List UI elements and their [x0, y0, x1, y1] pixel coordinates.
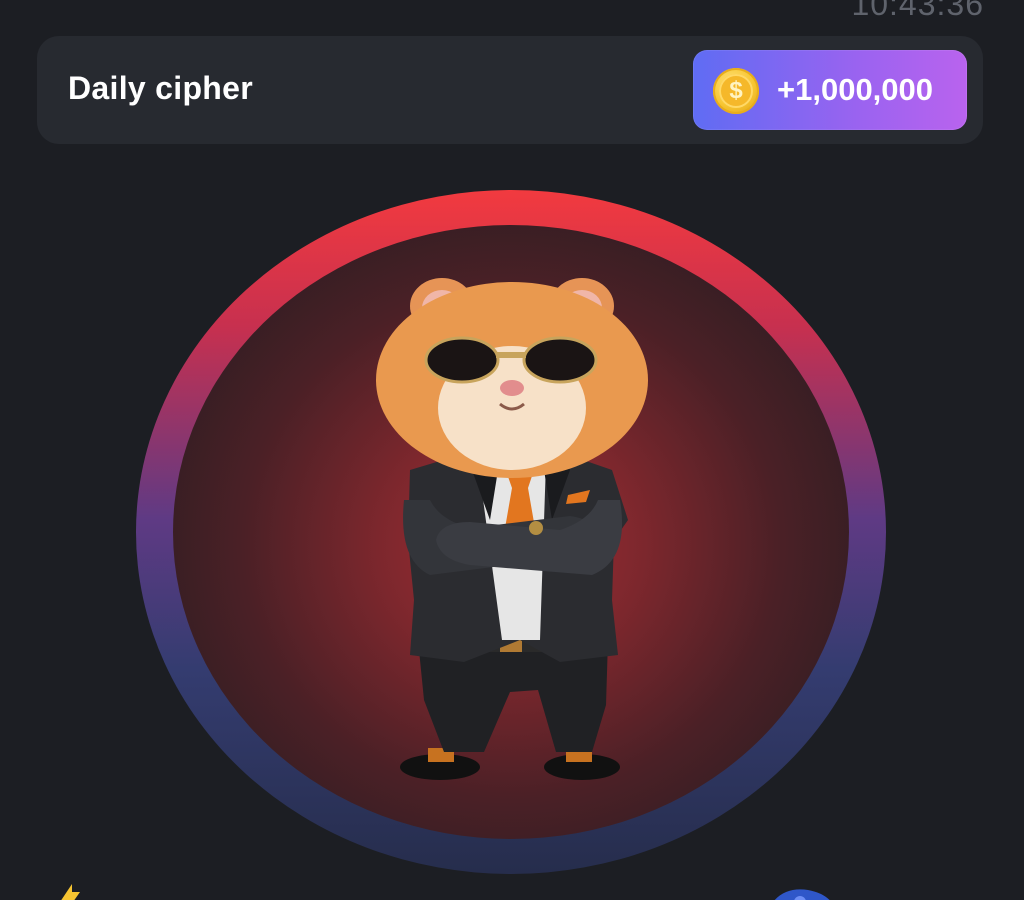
- cipher-timer: 10:43:36: [851, 0, 984, 22]
- cipher-reward-button[interactable]: $ +1,000,000: [693, 50, 967, 130]
- coin-icon: $: [713, 68, 759, 114]
- daily-cipher-bar: Daily cipher $ +1,000,000: [37, 36, 983, 144]
- daily-cipher-title: Daily cipher: [68, 70, 254, 106]
- coin-symbol: $: [719, 74, 753, 108]
- tap-area-inner: [173, 225, 849, 839]
- daily-cipher-screen: 10:43:36 Daily cipher $ +1,000,000: [0, 0, 1024, 900]
- boost-icon: [774, 889, 830, 900]
- hamster-character-icon: [376, 278, 648, 780]
- lightning-icon: [61, 884, 80, 900]
- cipher-reward-amount: +1,000,000: [777, 72, 934, 107]
- tap-coin-button[interactable]: [136, 190, 886, 874]
